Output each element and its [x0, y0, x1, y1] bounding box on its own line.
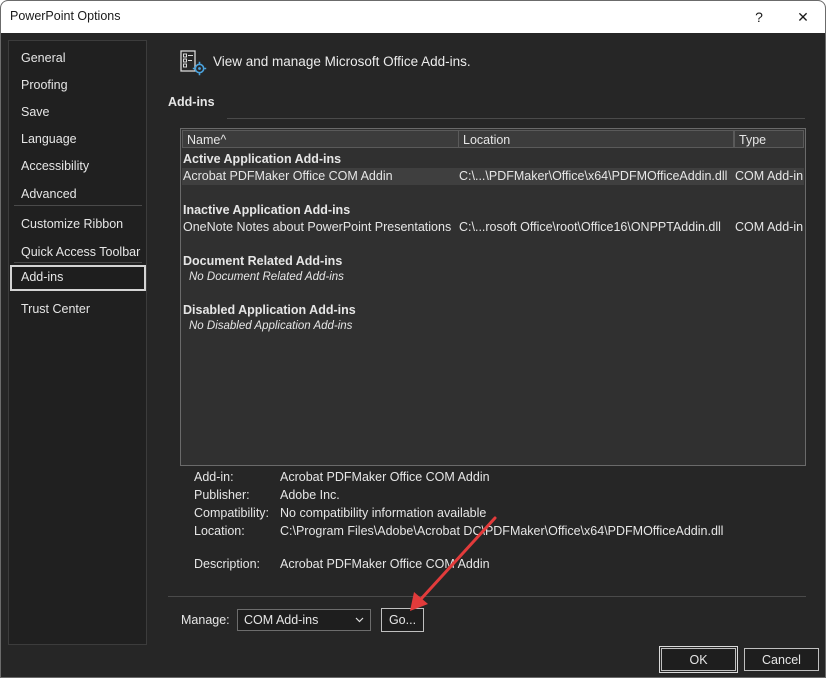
list-item[interactable]: OneNote Notes about PowerPoint Presentat…	[182, 219, 804, 236]
empty-note-document-related: No Document Related Add-ins	[189, 271, 344, 283]
addin-type: COM Add-in	[735, 169, 804, 183]
page-heading: View and manage Microsoft Office Add-ins…	[213, 54, 471, 69]
detail-publisher-label: Publisher:	[194, 488, 250, 502]
sidebar-item-save[interactable]: Save	[10, 100, 146, 126]
column-header-location[interactable]: Location	[458, 130, 734, 148]
addin-location: C:\...rosoft Office\root\Office16\ONPPTA…	[459, 220, 721, 234]
sidebar-item-customize-ribbon[interactable]: Customize Ribbon	[10, 212, 146, 238]
sidebar-item-language[interactable]: Language	[10, 127, 146, 153]
help-icon: ?	[755, 9, 763, 25]
detail-description-value: Acrobat PDFMaker Office COM Addin	[280, 557, 490, 571]
manage-label: Manage:	[181, 613, 230, 627]
detail-addin-value: Acrobat PDFMaker Office COM Addin	[280, 470, 490, 484]
column-header-type[interactable]: Type	[734, 130, 804, 148]
empty-note-disabled: No Disabled Application Add-ins	[189, 320, 353, 332]
manage-dropdown-value: COM Add-ins	[244, 613, 319, 627]
manage-dropdown[interactable]: COM Add-ins	[237, 609, 371, 631]
close-button[interactable]: ✕	[780, 1, 825, 33]
column-header-name[interactable]: Name^	[182, 130, 459, 148]
group-title-inactive: Inactive Application Add-ins	[183, 203, 351, 217]
title-bar: PowerPoint Options ? ✕	[1, 1, 825, 33]
addin-type: COM Add-in	[735, 220, 804, 234]
main-panel: View and manage Microsoft Office Add-ins…	[147, 33, 825, 677]
help-button[interactable]: ?	[736, 1, 782, 33]
add-ins-section-title: Add-ins	[168, 95, 215, 109]
close-icon: ✕	[797, 8, 809, 25]
list-item[interactable]: Acrobat PDFMaker Office COM Addin C:\...…	[182, 168, 804, 185]
window-title: PowerPoint Options	[10, 9, 121, 23]
sidebar-item-trust-center[interactable]: Trust Center	[10, 297, 146, 323]
detail-compatibility-label: Compatibility:	[194, 506, 270, 520]
sidebar-item-general[interactable]: General	[10, 46, 146, 72]
go-button[interactable]: Go...	[381, 608, 424, 632]
detail-location-label: Location:	[194, 524, 245, 538]
addin-name: OneNote Notes about PowerPoint Presentat…	[183, 220, 452, 234]
detail-compatibility-value: No compatibility information available	[280, 506, 487, 520]
detail-addin-label: Add-in:	[194, 470, 234, 484]
chevron-down-icon	[355, 617, 364, 623]
addin-name: Acrobat PDFMaker Office COM Addin	[183, 169, 393, 183]
detail-location-value: C:\Program Files\Adobe\Acrobat DC\PDFMak…	[280, 524, 724, 538]
detail-publisher-value: Adobe Inc.	[280, 488, 340, 502]
sidebar-item-add-ins[interactable]: Add-ins	[10, 265, 146, 291]
ok-button[interactable]: OK	[659, 646, 738, 673]
sidebar-divider	[14, 262, 142, 263]
cancel-button[interactable]: Cancel	[744, 648, 819, 671]
sidebar-item-accessibility[interactable]: Accessibility	[10, 154, 146, 180]
options-sidebar: General Proofing Save Language Accessibi…	[8, 40, 147, 645]
group-title-document-related: Document Related Add-ins	[183, 254, 343, 268]
detail-description-label: Description:	[194, 557, 260, 571]
sidebar-item-proofing[interactable]: Proofing	[10, 73, 146, 99]
add-ins-list[interactable]: Name^ Location Type Active Application A…	[180, 128, 806, 466]
powerpoint-options-dialog: PowerPoint Options ? ✕ General Proofing …	[0, 0, 826, 678]
addins-settings-icon	[180, 50, 207, 76]
group-title-disabled: Disabled Application Add-ins	[183, 303, 356, 317]
group-title-active: Active Application Add-ins	[183, 152, 342, 166]
manage-divider	[168, 596, 806, 597]
sidebar-divider	[14, 205, 142, 206]
section-divider	[227, 118, 805, 119]
addin-location: C:\...\PDFMaker\Office\x64\PDFMOfficeAdd…	[459, 169, 728, 183]
